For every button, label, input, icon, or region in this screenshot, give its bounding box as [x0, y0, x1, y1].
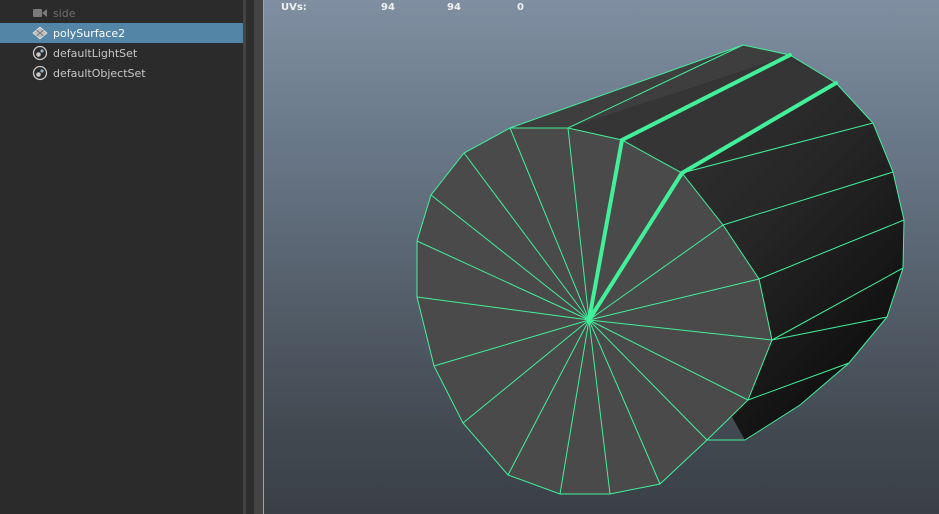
outliner-item-defaultlightset[interactable]: defaultLightSet	[0, 43, 243, 63]
outliner-item-polysurface2[interactable]: polySurface2	[0, 23, 243, 43]
outliner-item-defaultobjectset[interactable]: defaultObjectSet	[0, 63, 243, 83]
outliner-item-label: defaultObjectSet	[53, 66, 146, 80]
outliner-item-label: defaultLightSet	[53, 46, 138, 60]
viewport-3d[interactable]: UVs: 94 94 0	[263, 0, 939, 514]
outliner-scrollbar[interactable]	[246, 0, 254, 514]
maya-window: side polySurface2 defaultLightSet defaul…	[0, 0, 939, 514]
outliner-item-side[interactable]: side	[0, 3, 243, 23]
mesh-icon	[32, 25, 48, 41]
panel-splitter[interactable]	[243, 0, 263, 514]
camera-icon	[32, 5, 48, 21]
outliner-item-label: polySurface2	[53, 26, 126, 40]
outliner-panel: side polySurface2 defaultLightSet defaul…	[0, 0, 243, 514]
set-icon	[32, 45, 48, 61]
set-icon	[32, 65, 48, 81]
outliner-item-label: side	[53, 6, 76, 20]
cylinder-mesh[interactable]	[263, 0, 939, 514]
